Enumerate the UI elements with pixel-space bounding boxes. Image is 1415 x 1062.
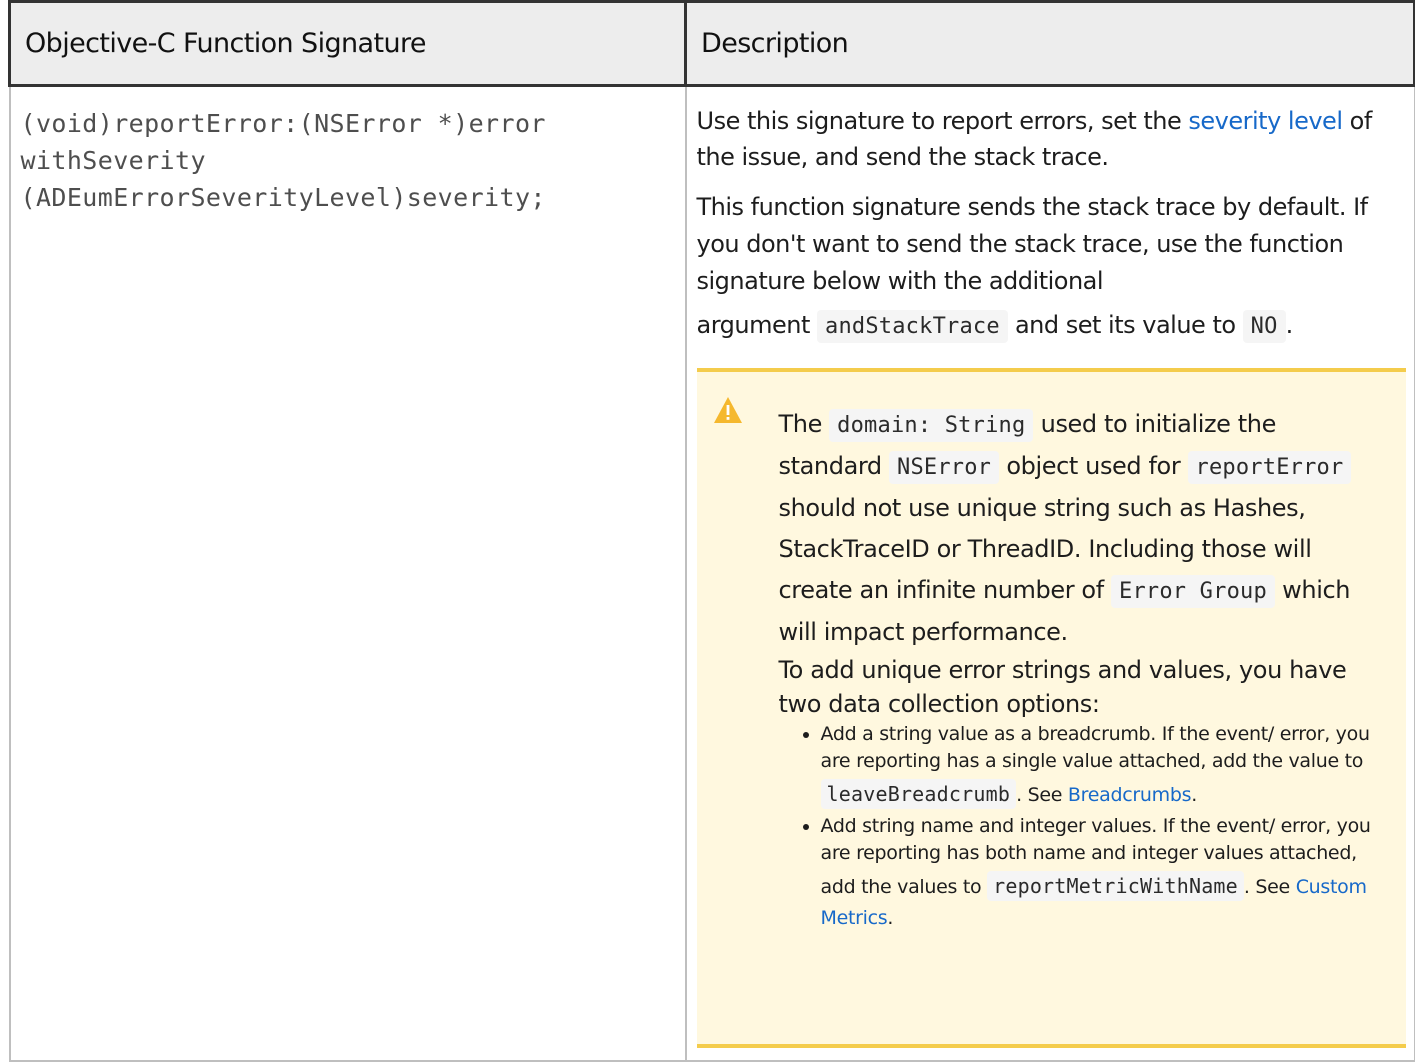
p2-end: . [1285,311,1294,339]
table-row: (void)reportError:(NSError *)error withS… [8,84,1415,1062]
description-paragraph-1: Use this signature to report errors, set… [697,103,1406,175]
table-header-row: Objective-C Function Signature Descripti… [8,0,1415,87]
error-group-code: Error Group [1111,575,1275,608]
function-signature-code: (void)reportError:(NSError *)error withS… [20,109,546,212]
p2-text: This function signature sends the stack … [696,193,1369,295]
signature-cell: (void)reportError:(NSError *)error withS… [8,84,687,1062]
list-item: Add a string value as a breadcrumb. If t… [820,721,1386,813]
item-end: . [887,907,894,929]
domain-string-code: domain: String [829,409,1034,442]
warning-callout: The domain: String used to initialize th… [696,368,1406,1048]
item-end: . [1191,784,1197,806]
breadcrumbs-link[interactable]: Breadcrumbs [1068,784,1192,806]
report-error-code: reportError [1187,451,1352,484]
list-item: Add string name and integer values. If t… [821,813,1386,932]
report-metric-with-name-code: reportMetricWithName [987,871,1244,901]
signature-table: Objective-C Function Signature Descripti… [8,0,1415,1062]
p2-mid-text: and set its value to [1014,311,1236,339]
warning-t1: The [778,410,823,438]
nserror-code: NSError [889,451,1000,484]
warning-t3: object used for [1006,452,1181,480]
warning-t6: To add unique error strings and values, … [778,656,1347,718]
item-see: . See [1016,784,1063,806]
warning-triangle-icon [713,397,742,423]
leave-breadcrumb-code: leaveBreadcrumb [820,779,1017,809]
and-stack-trace-code: andStackTrace [817,310,1008,343]
p1-text-before: Use this signature to report errors, set… [696,107,1189,135]
description-cell: Use this signature to report errors, set… [684,84,1415,1062]
header-description: Description [684,0,1415,87]
warning-text: The domain: String used to initialize th… [779,404,1386,932]
severity-level-link[interactable]: severity level [1188,107,1343,135]
item-text: Add a string value as a breadcrumb. If t… [820,723,1370,772]
description-paragraph-2: This function signature sends the stack … [697,189,1406,352]
header-signature: Objective-C Function Signature [8,0,687,87]
p2-argument-word: argument [696,311,811,339]
no-value-code: NO [1242,310,1286,343]
warning-options-list: Add a string value as a breadcrumb. If t… [779,721,1386,932]
item-see: . See [1243,876,1290,898]
